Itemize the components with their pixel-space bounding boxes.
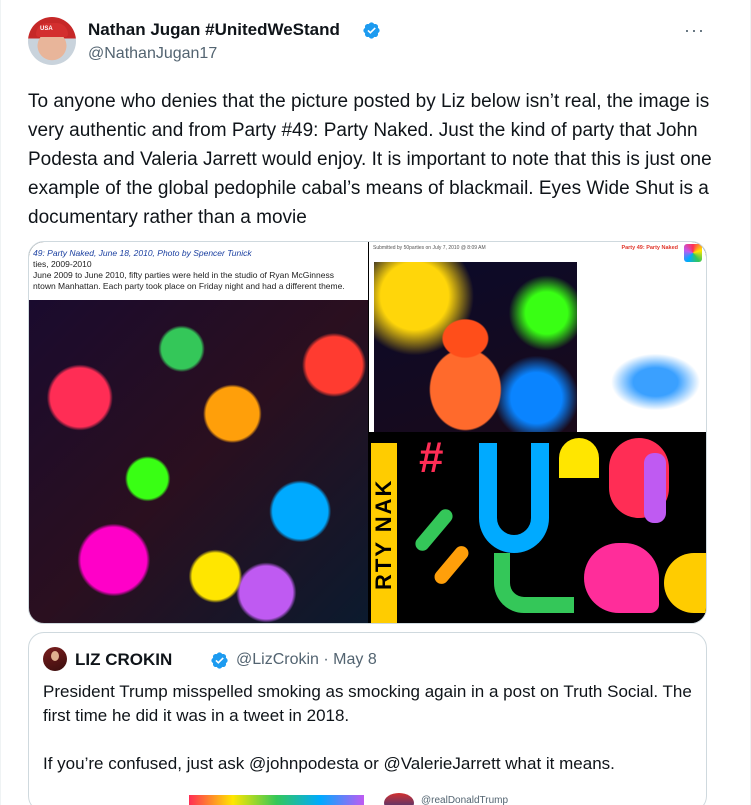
quoted-media-peek[interactable] (189, 795, 364, 805)
media-left-caption-line2: ties, 2009-2010 (33, 259, 92, 269)
party-crowd-photo (29, 300, 368, 623)
quoted-date[interactable]: May 8 (333, 651, 377, 668)
hash-shape: # (419, 433, 444, 482)
pink-blob-shape (584, 543, 659, 613)
poster-vertical-text: RTY NAK (371, 443, 397, 623)
party-logo-icon (684, 244, 702, 262)
author-name[interactable]: Nathan Jugan #UnitedWeStand (88, 20, 340, 40)
quoted-tweet-text: President Trump misspelled smoking as sm… (43, 680, 693, 800)
green-l-shape (494, 553, 574, 613)
quoted-verified-badge-icon (211, 652, 228, 669)
media-image-right-top[interactable]: Submitted by 50parties on July 7, 2010 @… (369, 242, 706, 432)
quoted-handle-line[interactable]: @LizCrokin · May 8 (236, 651, 377, 669)
media-image-right-bottom[interactable]: RTY NAK # (369, 433, 706, 623)
media-image-left[interactable]: 49: Party Naked, June 18, 2010, Photo by… (29, 242, 368, 623)
purple-bar-shape (644, 453, 666, 523)
avatar-cap-text: USA (40, 26, 53, 32)
quoted-author-handle[interactable]: @LizCrokin (236, 651, 319, 668)
quoted-author-name[interactable]: LIZ CROKIN (75, 650, 172, 670)
quoted-separator: · (323, 651, 329, 668)
tweet-text: To anyone who denies that the picture po… (28, 91, 712, 228)
media-left-caption-line4: ntown Manhattan. Each party took place o… (33, 281, 345, 291)
verified-badge-icon (363, 22, 380, 39)
author-handle[interactable]: @NathanJugan17 (88, 45, 217, 63)
author-avatar[interactable]: USA (28, 17, 76, 65)
yellow-blob-shape (664, 553, 706, 613)
green-bar-shape (412, 506, 456, 554)
quoted-paragraph-2: If you’re confused, just ask @johnpodest… (43, 754, 615, 773)
media-left-caption: 49: Party Naked, June 18, 2010, Photo by… (33, 248, 363, 292)
orange-bar-shape (431, 543, 472, 587)
yellow-half-circle (559, 438, 599, 478)
blue-u-shape (479, 443, 549, 553)
media-left-caption-title: 49: Party Naked, June 18, 2010, Photo by… (33, 248, 252, 258)
painted-person-photo (374, 262, 577, 432)
media-right-party-tag: Party 49: Party Naked (621, 245, 678, 251)
dancer-photo (577, 332, 706, 432)
media-right-sub-caption: Submitted by 50parties on July 7, 2010 @… (373, 245, 486, 251)
more-dots-icon[interactable]: ··· (684, 20, 705, 41)
embedded-handle: @realDonaldTrump (421, 795, 509, 805)
quoted-tweet-card[interactable]: LIZ CROKIN @LizCrokin · May 8 President … (28, 632, 707, 805)
quoted-paragraph-1: President Trump misspelled smoking as sm… (43, 682, 692, 725)
left-border (0, 0, 1, 805)
tweet-media-grid[interactable]: 49: Party Naked, June 18, 2010, Photo by… (28, 241, 707, 624)
media-left-caption-line3: June 2009 to June 2010, fifty parties we… (33, 270, 334, 280)
quoted-author-avatar[interactable] (43, 647, 67, 671)
